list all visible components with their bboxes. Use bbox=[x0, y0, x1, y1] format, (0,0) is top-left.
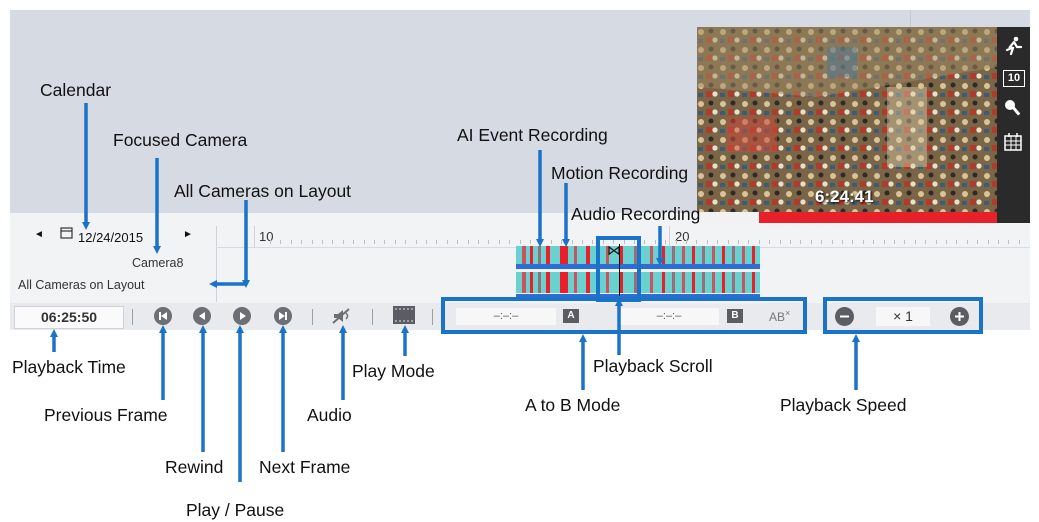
callout-ab-mode: A to B Mode bbox=[525, 395, 621, 415]
callout-audio: Audio bbox=[307, 405, 352, 425]
callout-playback-speed: Playback Speed bbox=[780, 395, 907, 415]
callout-next-frame: Next Frame bbox=[259, 457, 351, 477]
callout-audio-recording: Audio Recording bbox=[571, 204, 701, 224]
callout-play-mode: Play Mode bbox=[352, 361, 435, 381]
callout-calendar: Calendar bbox=[40, 80, 112, 100]
callout-focused-camera: Focused Camera bbox=[113, 130, 248, 150]
callout-motion: Motion Recording bbox=[551, 163, 689, 183]
callout-playback-time: Playback Time bbox=[12, 357, 126, 377]
callout-all-cameras: All Cameras on Layout bbox=[174, 181, 352, 201]
callout-playback-scroll: Playback Scroll bbox=[593, 356, 713, 376]
callout-ai-event: AI Event Recording bbox=[457, 125, 608, 145]
callout-play-pause: Play / Pause bbox=[186, 500, 285, 520]
callout-rewind: Rewind bbox=[165, 457, 224, 477]
callout-previous-frame: Previous Frame bbox=[44, 405, 168, 425]
annotation-arrows bbox=[50, 103, 860, 482]
